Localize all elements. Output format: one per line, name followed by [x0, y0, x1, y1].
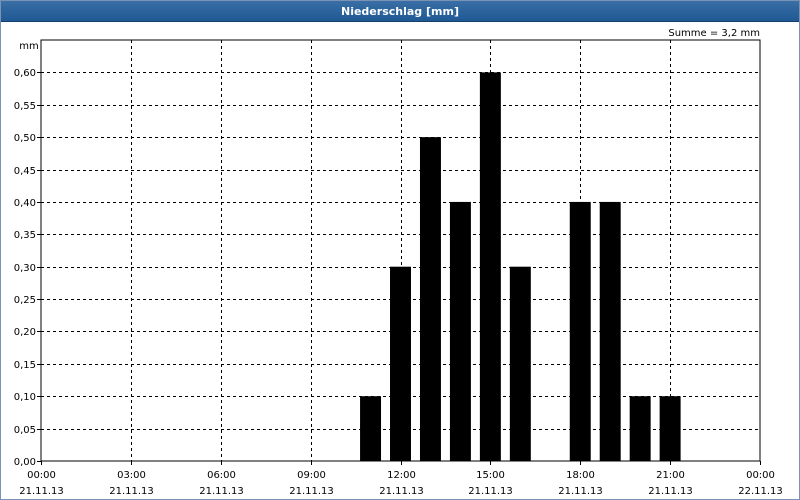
y-tick-label: 0,10 — [14, 392, 36, 403]
bar — [419, 137, 441, 461]
y-tick-label: 0,35 — [14, 230, 36, 241]
bar — [509, 266, 531, 461]
bar — [569, 201, 591, 461]
x-tick-date-label: 21.11.13 — [19, 486, 64, 497]
bar — [629, 396, 651, 461]
x-tick-time-label: 00:00 — [746, 470, 775, 481]
x-tick-time-label: 18:00 — [566, 470, 595, 481]
x-tick-time-label: 03:00 — [117, 470, 146, 481]
x-tick-date-label: 21.11.13 — [199, 486, 244, 497]
y-tick-label: 0,50 — [14, 133, 36, 144]
x-tick-time-label: 00:00 — [27, 470, 56, 481]
x-tick-time-label: 06:00 — [207, 470, 236, 481]
x-tick-date-label: 21.11.13 — [109, 486, 154, 497]
y-tick-label: 0,15 — [14, 360, 36, 371]
x-tick-date-label: 21.11.13 — [468, 486, 513, 497]
x-tick-time-label: 21:00 — [656, 470, 685, 481]
precipitation-chart: 0,00 0,05 0,10 0,15 0,20 0,25 0,30 0,35 0,40 0,45… — [14, 28, 783, 497]
bar — [449, 201, 471, 461]
bar — [360, 396, 382, 461]
bar — [659, 396, 681, 461]
y-tick-label: 0,60 — [14, 68, 36, 79]
y-tick-label: 0,20 — [14, 327, 36, 338]
x-tick-time-label: 09:00 — [297, 470, 326, 481]
y-tick-label: 0,45 — [14, 166, 36, 177]
y-tick-label: 0,05 — [14, 425, 36, 436]
x-tick-date-label: 21.11.13 — [558, 486, 603, 497]
x-tick-date-label: 21.11.13 — [289, 486, 334, 497]
x-tick-time-label: 12:00 — [387, 470, 416, 481]
bar — [390, 266, 411, 461]
y-tick-label: 0,55 — [14, 101, 36, 112]
y-tick-label: 0,30 — [14, 263, 36, 274]
bar — [599, 201, 621, 461]
y-tick-label: 0,25 — [14, 295, 36, 306]
x-tick-date-label: 22.11.13 — [738, 486, 783, 497]
y-tick-label: 0,00 — [14, 457, 36, 468]
y-axis-label: mm — [19, 41, 38, 52]
y-tick-label: 0,40 — [14, 198, 36, 209]
x-tick-time-label: 15:00 — [476, 470, 505, 481]
precipitation-sum: Summe = 3,2 mm — [668, 28, 760, 39]
bar — [479, 72, 501, 461]
x-tick-date-label: 21.11.13 — [379, 486, 424, 497]
x-tick-date-label: 21.11.13 — [648, 486, 693, 497]
